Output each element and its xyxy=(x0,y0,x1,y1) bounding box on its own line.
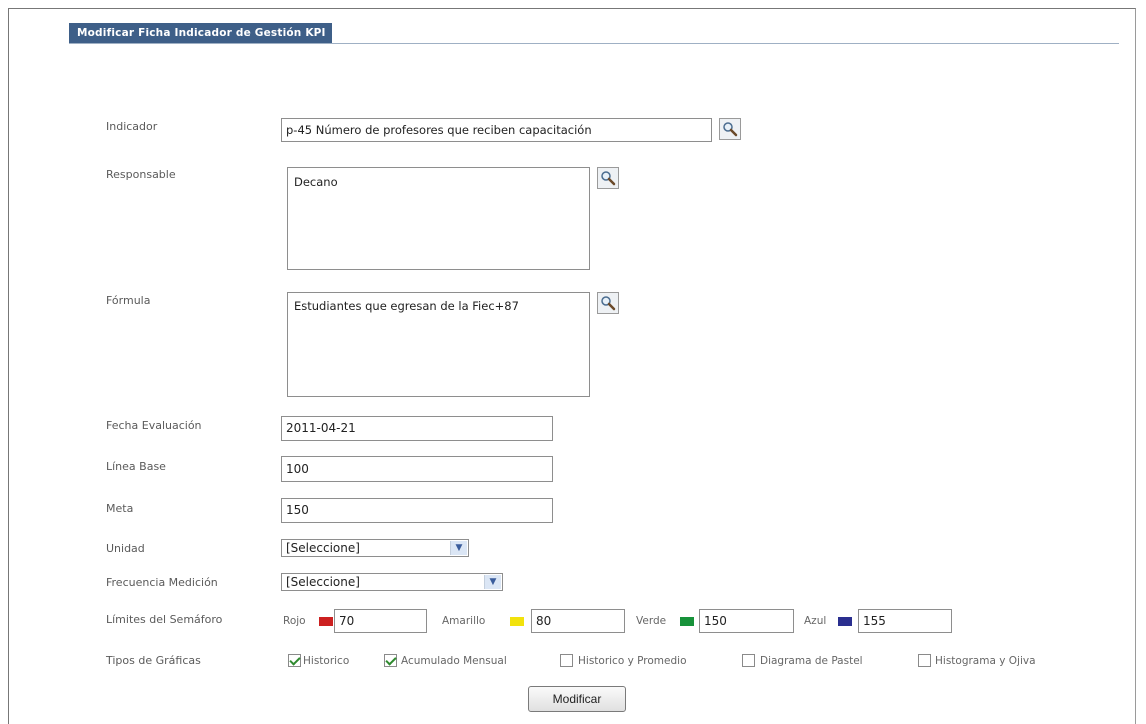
fecha-label: Fecha Evaluación xyxy=(106,419,202,432)
frecuencia-selected: [Seleccione] xyxy=(286,575,360,589)
rojo-swatch xyxy=(319,617,333,626)
chevron-down-icon: ▼ xyxy=(450,541,467,555)
histograma-ojiva-checkbox[interactable] xyxy=(918,654,931,667)
responsable-field[interactable]: Decano xyxy=(287,167,590,270)
tipos-label: Tipos de Gráficas xyxy=(106,654,201,667)
acumulado-mensual-checkbox[interactable] xyxy=(384,654,397,667)
verde-swatch xyxy=(680,617,694,626)
verde-label: Verde xyxy=(636,615,667,627)
indicador-search-button[interactable] xyxy=(719,118,741,140)
formula-field[interactable]: Estudiantes que egresan de la Fiec+87 xyxy=(287,292,590,397)
frecuencia-label: Frecuencia Medición xyxy=(106,576,218,589)
historico-label: Historico xyxy=(303,655,350,667)
header-divider xyxy=(69,43,1119,44)
responsable-label: Responsable xyxy=(106,168,176,181)
formula-label: Fórmula xyxy=(106,294,151,307)
linea-base-label: Línea Base xyxy=(106,460,166,473)
chevron-down-icon: ▼ xyxy=(484,575,501,589)
amarillo-label: Amarillo xyxy=(442,615,486,627)
historico-promedio-checkbox[interactable] xyxy=(560,654,573,667)
verde-field[interactable]: 150 xyxy=(699,609,794,633)
azul-label: Azul xyxy=(804,615,827,627)
rojo-field[interactable]: 70 xyxy=(334,609,427,633)
fecha-field[interactable]: 2011-04-21 xyxy=(281,416,553,441)
magnifier-icon xyxy=(601,171,616,186)
azul-swatch xyxy=(838,617,852,626)
histograma-ojiva-label: Histograma y Ojiva xyxy=(935,655,1036,667)
page-title: Modificar Ficha Indicador de Gestión KPI xyxy=(69,23,332,43)
unidad-selected: [Seleccione] xyxy=(286,541,360,555)
amarillo-swatch xyxy=(510,617,524,626)
rojo-label: Rojo xyxy=(283,615,306,627)
meta-field[interactable]: 150 xyxy=(281,498,553,523)
diagrama-pastel-label: Diagrama de Pastel xyxy=(760,655,863,667)
responsable-search-button[interactable] xyxy=(597,167,619,189)
unidad-label: Unidad xyxy=(106,542,145,555)
historico-promedio-label: Historico y Promedio xyxy=(578,655,687,667)
linea-base-field[interactable]: 100 xyxy=(281,456,553,482)
formula-text: Estudiantes que egresan de la Fiec+87 xyxy=(294,299,519,313)
indicador-label: Indicador xyxy=(106,120,158,133)
indicador-field[interactable]: p-45 Número de profesores que reciben ca… xyxy=(281,118,712,142)
magnifier-icon xyxy=(601,296,616,311)
magnifier-icon xyxy=(723,122,738,137)
historico-checkbox[interactable] xyxy=(288,654,301,667)
unidad-select[interactable]: [Seleccione] ▼ xyxy=(281,539,469,557)
modificar-button[interactable]: Modificar xyxy=(528,686,626,712)
amarillo-field[interactable]: 80 xyxy=(531,609,625,633)
meta-label: Meta xyxy=(106,502,134,515)
azul-field[interactable]: 155 xyxy=(858,609,952,633)
diagrama-pastel-checkbox[interactable] xyxy=(742,654,755,667)
semaforo-label: Límites del Semáforo xyxy=(106,613,223,626)
formula-search-button[interactable] xyxy=(597,292,619,314)
frecuencia-select[interactable]: [Seleccione] ▼ xyxy=(281,573,503,591)
acumulado-mensual-label: Acumulado Mensual xyxy=(401,655,507,667)
